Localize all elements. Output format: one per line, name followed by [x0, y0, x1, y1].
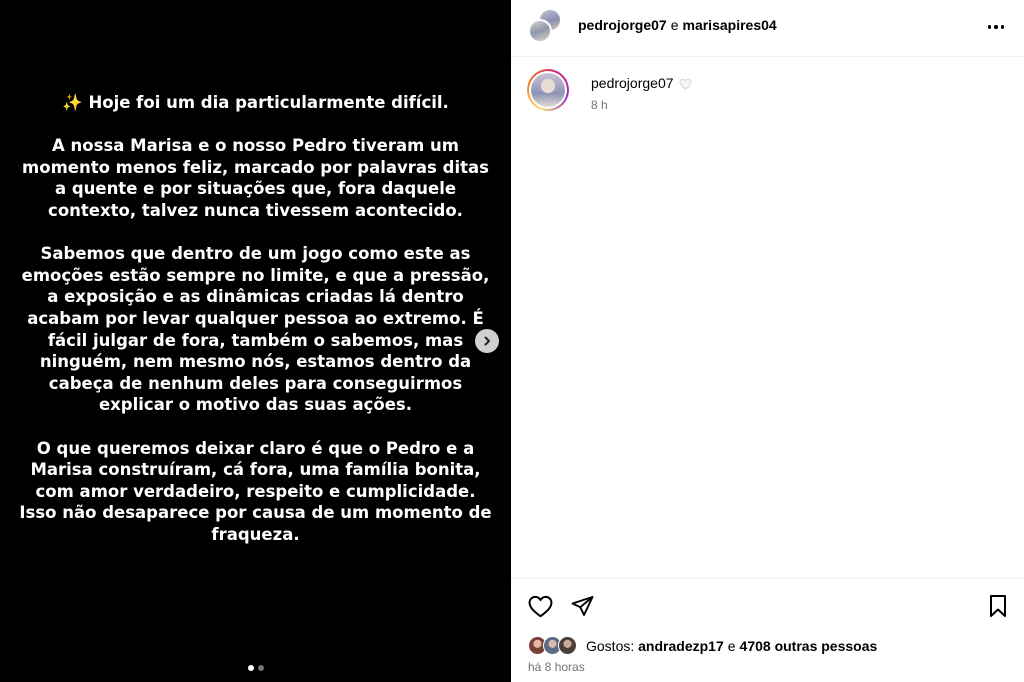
caption-timestamp: 8 h	[591, 98, 608, 112]
header-conjunction: e	[670, 17, 679, 33]
next-slide-button[interactable]	[475, 329, 499, 353]
carousel-dot-2	[257, 665, 264, 671]
likes-conjunction: e	[727, 638, 736, 654]
avatar	[531, 73, 565, 107]
post-image-text: ✨ Hoje foi um dia particularmente difíci…	[18, 92, 493, 545]
more-horizontal-icon	[987, 25, 1005, 29]
collab-usernames: pedrojorge07 e marisapires04	[578, 16, 777, 34]
header-username-2[interactable]: marisapires04	[683, 17, 777, 33]
post-media[interactable]: ✨ Hoje foi um dia particularmente difíci…	[0, 0, 511, 682]
save-button[interactable]	[985, 593, 1011, 619]
caption-username[interactable]: pedrojorge07	[591, 75, 674, 92]
text-paragraph-4: O que queremos deixar claro é que o Pedr…	[19, 438, 492, 544]
more-options-button[interactable]	[984, 17, 1008, 37]
paper-plane-icon	[571, 596, 593, 616]
collab-avatars[interactable]	[528, 8, 564, 44]
others-count-link[interactable]: 4708 outras pessoas	[740, 638, 878, 654]
header-username-1[interactable]: pedrojorge07	[578, 17, 667, 33]
likes-summary: Gostos: andradezp17 e 4708 outras pessoas	[528, 636, 877, 656]
post-timestamp[interactable]: há 8 horas	[528, 660, 585, 675]
share-button[interactable]	[569, 593, 595, 619]
carousel-indicator	[0, 665, 511, 671]
likes-prefix: Gostos:	[586, 638, 635, 654]
bookmark-icon	[990, 595, 1006, 617]
likes-text: Gostos: andradezp17 e 4708 outras pessoas	[586, 637, 877, 655]
caption-username-row: pedrojorge07	[591, 75, 692, 92]
liker-avatars[interactable]	[528, 636, 580, 656]
caption-avatar[interactable]	[527, 69, 569, 111]
like-button[interactable]	[527, 593, 553, 619]
avatar[interactable]	[528, 19, 552, 43]
text-paragraph-1: ✨ Hoje foi um dia particularmente difíci…	[62, 93, 449, 112]
white-heart-icon	[678, 78, 692, 90]
instagram-post: ✨ Hoje foi um dia particularmente difíci…	[0, 0, 1024, 682]
heart-icon	[528, 595, 552, 617]
text-paragraph-3: Sabemos que dentro de um jogo como este …	[21, 244, 490, 415]
text-paragraph-2: A nossa Marisa e o nosso Pedro tiveram u…	[22, 136, 489, 220]
post-header: pedrojorge07 e marisapires04	[511, 0, 1024, 57]
avatar	[558, 636, 577, 655]
post-side-panel: pedrojorge07 e marisapires04 pedrojorge07 …	[511, 0, 1024, 682]
chevron-right-icon	[484, 336, 490, 346]
caption: pedrojorge07 8 h	[527, 69, 1007, 119]
liker-username[interactable]: andradezp17	[638, 638, 724, 654]
post-actions: Gostos: andradezp17 e 4708 outras pessoas …	[511, 578, 1024, 682]
carousel-dot-1	[247, 665, 254, 671]
